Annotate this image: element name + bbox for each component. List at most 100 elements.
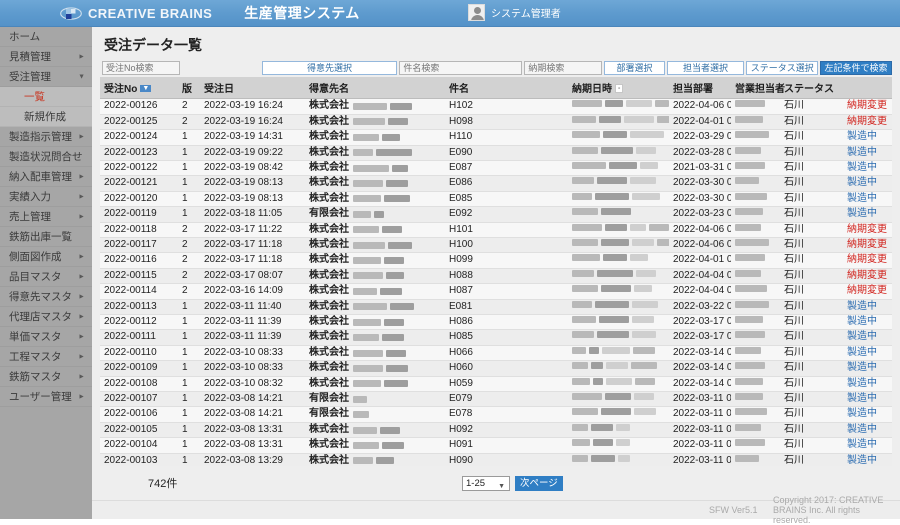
staff-select-button[interactable]: 担当者選択: [666, 61, 745, 76]
sidebar-item-14[interactable]: 代理店マスタ ►: [0, 307, 92, 327]
cell-sales-person: 石川: [780, 360, 843, 377]
col-header-label: 受注日: [204, 84, 234, 96]
sidebar-item-17[interactable]: 鉄筋マスタ ►: [0, 367, 92, 387]
dept-select-button[interactable]: 部署選択: [604, 61, 665, 76]
col-header-order_date[interactable]: 受注日: [200, 77, 305, 100]
subject-search-input[interactable]: [399, 61, 523, 76]
table-row[interactable]: 2022-00113 1 2022-03-11 11:40 株式会社 E081 2022-…: [100, 299, 892, 316]
sidebar-item-label: 単価マスタ: [9, 331, 62, 343]
col-header-order_no[interactable]: 受注No ▼: [100, 77, 178, 100]
table-row[interactable]: 2022-00119 1 2022-03-18 11:05 有限会社 E092 2022-…: [100, 206, 892, 223]
sidebar-item-4[interactable]: 新規作成: [0, 107, 92, 127]
status-badge: 製造中: [847, 423, 877, 435]
table-row[interactable]: 2022-00125 2 2022-03-19 16:24 株式会社 H098 2022-…: [100, 114, 892, 131]
table-row[interactable]: 2022-00103 1 2022-03-08 13:29 株式会社 H090 2022-…: [100, 453, 892, 466]
sidebar-item-9[interactable]: 売上管理 ►: [0, 207, 92, 227]
table-row[interactable]: 2022-00120 1 2022-03-19 08:13 株式会社 E085 2022-…: [100, 191, 892, 208]
cell-customer: 株式会社: [305, 360, 445, 377]
customer-select-button[interactable]: 得意先選択: [261, 61, 398, 76]
subject-code: H086: [449, 316, 473, 327]
table-row[interactable]: 2022-00104 1 2022-03-08 13:31 株式会社 H091 2022-…: [100, 437, 892, 454]
cell-status: 製造中: [843, 145, 892, 161]
next-page-button[interactable]: 次ページ: [515, 475, 563, 491]
status-select-button[interactable]: ステータス選択: [746, 61, 819, 76]
footer-copyright: Copyright 2017: CREATIVE BRAINS Inc. All…: [773, 495, 884, 525]
subject-redacted-block: [595, 192, 629, 200]
table-row[interactable]: 2022-00110 1 2022-03-10 08:33 株式会社 H066 2022-…: [100, 345, 892, 362]
sidebar-item-8[interactable]: 実績入力 ►: [0, 187, 92, 207]
status-badge: 製造中: [847, 300, 877, 312]
col-header-rev[interactable]: 版: [178, 77, 200, 100]
subject-code: E090: [449, 146, 473, 158]
col-header-subject[interactable]: 件名: [445, 77, 568, 100]
sidebar-item-12[interactable]: 品目マスタ ►: [0, 267, 92, 287]
table-row[interactable]: 2022-00122 1 2022-03-19 08:42 株式会社 E087 2021-…: [100, 160, 892, 177]
subject-redacted-block: [593, 439, 613, 447]
cell-revision: 1: [178, 453, 200, 466]
sidebar-item-11[interactable]: 側面図作成 ►: [0, 247, 92, 267]
cell-department: [731, 329, 780, 346]
sidebar-item-label: 品目マスタ: [9, 271, 62, 283]
table-row[interactable]: 2022-00126 2 2022-03-19 16:24 株式会社 H102 2022-…: [100, 98, 892, 115]
sidebar-item-10[interactable]: 鉄筋出庫一覧: [0, 227, 92, 247]
table-row[interactable]: 2022-00121 1 2022-03-19 08:13 株式会社 E086 2022-…: [100, 175, 892, 192]
table-row[interactable]: 2022-00111 1 2022-03-11 11:39 株式会社 H085 2022-…: [100, 329, 892, 346]
cell-delivery: 2022-03-14 08:00: [669, 376, 731, 393]
sidebar-item-3[interactable]: 一覧: [0, 87, 92, 107]
sidebar-item-5[interactable]: 製造指示管理 ►: [0, 127, 92, 147]
order-no-search-input[interactable]: [102, 61, 180, 76]
table-row[interactable]: 2022-00108 1 2022-03-10 08:32 株式会社 H059 2022-…: [100, 376, 892, 393]
cell-order-no: 2022-00108: [100, 376, 178, 393]
search-button[interactable]: 左記条件で検索: [820, 61, 892, 76]
page-range-select[interactable]: 1-25 ▼: [462, 475, 510, 491]
cell-delivery: 2022-03-28 08:30: [669, 145, 731, 161]
sidebar-item-2[interactable]: 受注管理 ▼: [0, 67, 92, 87]
cell-status: 製造中: [843, 329, 892, 346]
col-header-status[interactable]: ステータス: [780, 77, 843, 100]
col-header-delivery[interactable]: 納期日時 -: [568, 77, 669, 100]
table-row[interactable]: 2022-00124 1 2022-03-19 14:31 株式会社 H110 2022-…: [100, 129, 892, 146]
delivery-search-input[interactable]: [524, 61, 603, 76]
table-row[interactable]: 2022-00105 1 2022-03-08 13:31 株式会社 H092 2022-…: [100, 422, 892, 439]
col-header-customer[interactable]: 得意先名: [305, 77, 445, 100]
cell-department: [731, 191, 780, 208]
table-row[interactable]: 2022-00114 2 2022-03-16 14:09 株式会社 H087 2022-…: [100, 283, 892, 300]
sidebar-item-0[interactable]: ホーム: [0, 27, 92, 47]
table-row[interactable]: 2022-00112 1 2022-03-11 11:39 株式会社 H086 2022-…: [100, 314, 892, 331]
cell-department: [731, 222, 780, 238]
cell-subject-detail: [568, 114, 669, 131]
customer-redacted-block: [386, 364, 408, 372]
subject-redacted-block: [572, 316, 596, 323]
sidebar-item-13[interactable]: 得意先マスタ ►: [0, 287, 92, 307]
table-row[interactable]: 2022-00117 2 2022-03-17 11:18 株式会社 H100 2022-…: [100, 237, 892, 254]
table-row[interactable]: 2022-00106 1 2022-03-08 14:21 有限会社 E078 2022-…: [100, 406, 892, 423]
subject-redacted-block: [630, 254, 648, 262]
table-row[interactable]: 2022-00115 2 2022-03-17 08:07 株式会社 H088 2022-…: [100, 268, 892, 285]
cell-subject-detail: [568, 406, 669, 423]
table-row[interactable]: 2022-00109 1 2022-03-10 08:33 株式会社 H060 2022-…: [100, 360, 892, 377]
sidebar-item-6[interactable]: 製造状況問合せ: [0, 147, 92, 167]
cell-sales-person: 石川: [780, 314, 843, 331]
col-header-dept[interactable]: 担当部署: [669, 77, 731, 100]
sort-indicator-icon[interactable]: -: [615, 84, 624, 94]
col-header-actions[interactable]: [843, 77, 892, 100]
sidebar-item-7[interactable]: 納入配車管理 ►: [0, 167, 92, 187]
table-row[interactable]: 2022-00123 1 2022-03-19 09:22 株式会社 E090 2022-…: [100, 145, 892, 161]
sidebar-item-16[interactable]: 工程マスタ ►: [0, 347, 92, 367]
table-row[interactable]: 2022-00118 2 2022-03-17 11:22 株式会社 H101 2022-…: [100, 222, 892, 238]
sidebar-item-1[interactable]: 見積管理 ►: [0, 47, 92, 67]
cell-status: 納期変更: [843, 222, 892, 238]
cell-order-date: 2022-03-19 09:22: [200, 145, 305, 161]
user-menu[interactable]: システム管理者: [468, 4, 561, 21]
customer-prefix: 株式会社: [309, 146, 349, 158]
col-header-sales[interactable]: 営業担当者: [731, 77, 785, 100]
cell-order-date: 2022-03-16 14:09: [200, 283, 305, 300]
customer-redacted-block: [388, 118, 408, 126]
sidebar-item-18[interactable]: ユーザー管理 ►: [0, 387, 92, 407]
sidebar-item-15[interactable]: 単価マスタ ►: [0, 327, 92, 347]
table-row[interactable]: 2022-00107 1 2022-03-08 14:21 有限会社 E079 2022-…: [100, 391, 892, 408]
subject-code: E079: [449, 393, 473, 405]
table-row[interactable]: 2022-00116 2 2022-03-17 11:18 株式会社 H099 2022-…: [100, 252, 892, 269]
cell-customer: 株式会社: [305, 191, 445, 208]
sort-indicator-icon[interactable]: ▼: [140, 85, 152, 93]
